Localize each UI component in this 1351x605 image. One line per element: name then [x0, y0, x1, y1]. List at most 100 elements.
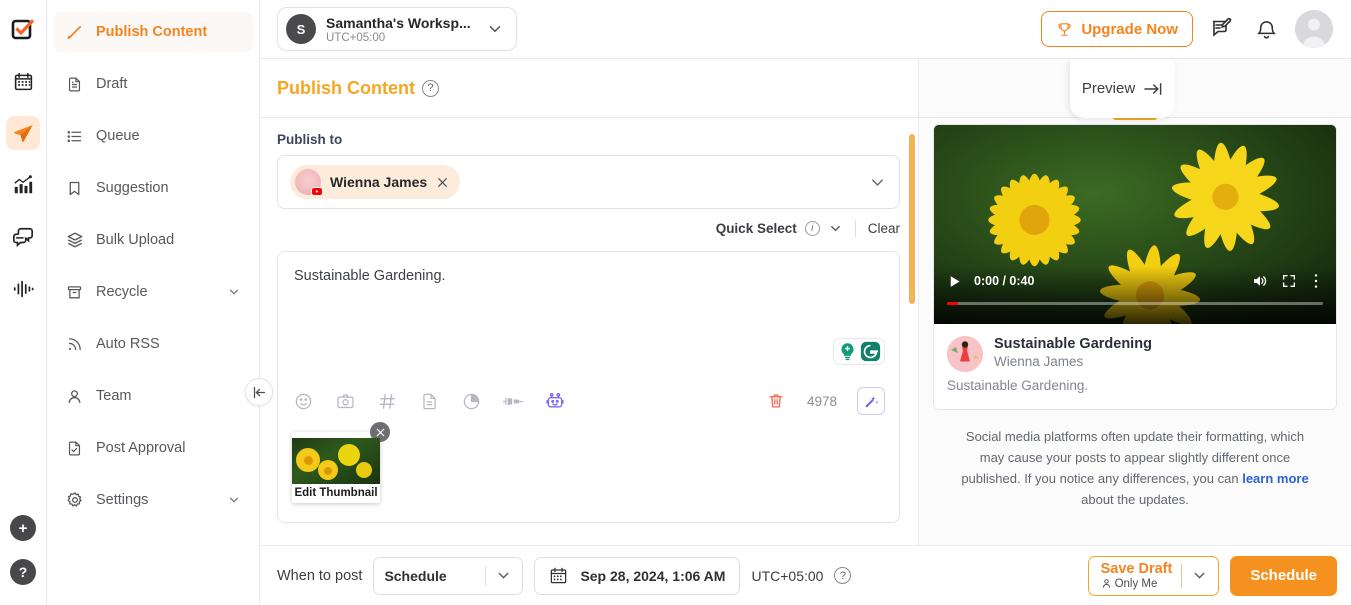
question-circle-icon[interactable]: ? — [422, 79, 439, 97]
sidebar-item-auto-rss[interactable]: Auto RSS — [53, 324, 253, 364]
when-to-post-label: When to post — [277, 567, 363, 584]
video-progress-bar[interactable] — [947, 302, 1323, 305]
save-draft-sub-label: Only Me — [1114, 577, 1158, 590]
trophy-icon — [1056, 21, 1073, 38]
datetime-value: Sep 28, 2024, 1:06 AM — [580, 567, 726, 584]
publish-panel: Publish Content ? Publish to Wienna Jame… — [260, 59, 919, 545]
video-title: Sustainable Gardening — [994, 336, 1152, 352]
quick-select-label[interactable]: Quick Select — [716, 221, 797, 236]
app-logo-icon[interactable] — [8, 16, 38, 46]
workspace-name: Samantha's Worksp... — [326, 14, 471, 31]
save-draft-label: Save Draft — [1100, 560, 1173, 577]
sidebar-item-queue[interactable]: Queue — [53, 116, 253, 156]
preview-toggle-tab[interactable]: Preview — [1070, 59, 1175, 118]
info-circle-icon[interactable]: i — [804, 221, 820, 236]
post-mode-select[interactable]: Schedule — [373, 556, 524, 595]
plug-icon[interactable] — [502, 390, 524, 412]
robot-icon[interactable] — [544, 390, 566, 412]
grammarly-icon[interactable] — [860, 341, 881, 362]
video-frame[interactable]: 0:00 / 0:40 — [934, 125, 1336, 324]
chevron-down-icon[interactable] — [828, 221, 843, 236]
sidebar-label: Bulk Upload — [96, 232, 175, 248]
youtube-icon — [311, 187, 323, 196]
rail-item-listening[interactable] — [6, 272, 40, 306]
publish-to-select[interactable]: Wienna James — [277, 155, 900, 209]
sidebar-item-bulk-upload[interactable]: Bulk Upload — [53, 220, 253, 260]
post-editor[interactable]: Sustainable Gardening. 4978 Edit Thumbna… — [277, 251, 900, 523]
edit-thumbnail-label[interactable]: Edit Thumbnail — [292, 484, 380, 503]
compose-feedback-icon[interactable] — [1207, 14, 1237, 44]
close-icon[interactable] — [436, 176, 449, 189]
video-progress-fill — [947, 302, 959, 305]
kebab-menu-icon[interactable] — [1309, 273, 1323, 289]
sidebar-label: Draft — [96, 76, 128, 92]
user-avatar[interactable] — [1295, 10, 1333, 48]
workspace-timezone: UTC+05:00 — [326, 31, 386, 44]
account-chip-wienna-james[interactable]: Wienna James — [290, 165, 461, 199]
publish-to-label: Publish to — [277, 132, 343, 147]
editor-content[interactable]: Sustainable Gardening. — [278, 252, 899, 284]
document-icon[interactable] — [418, 390, 440, 412]
publish-scrollbar[interactable] — [909, 134, 915, 304]
disclaimer-text-2: about the updates. — [1081, 492, 1189, 507]
rail-item-publish[interactable] — [6, 116, 40, 150]
learn-more-link[interactable]: learn more — [1242, 471, 1308, 486]
bookmark-icon — [65, 179, 84, 198]
preview-content: 0:00 / 0:40 Sustainable Gardening Wienna… — [919, 118, 1351, 545]
workspace-selector[interactable]: S Samantha's Worksp... UTC+05:00 — [277, 7, 517, 51]
document-icon — [65, 75, 84, 94]
avatar — [295, 169, 323, 196]
play-icon[interactable] — [947, 274, 962, 289]
chart-pie-icon[interactable] — [460, 390, 482, 412]
user-icon — [65, 387, 84, 406]
chevron-down-icon[interactable] — [1191, 567, 1208, 584]
emoji-icon[interactable] — [292, 390, 314, 412]
camera-icon[interactable] — [334, 390, 356, 412]
sidebar-item-draft[interactable]: Draft — [53, 64, 253, 104]
chevron-down-icon[interactable] — [227, 285, 241, 299]
avatar — [947, 336, 983, 372]
rail-item-calendar[interactable] — [6, 64, 40, 98]
rail-item-inbox[interactable] — [6, 220, 40, 254]
sidebar-collapse-button[interactable] — [245, 378, 273, 406]
question-circle-icon[interactable]: ? — [834, 567, 852, 584]
sidebar-item-post-approval[interactable]: Post Approval — [53, 428, 253, 468]
help-button[interactable]: ? — [10, 559, 36, 585]
datetime-picker[interactable]: Sep 28, 2024, 1:06 AM — [534, 556, 741, 595]
chevron-down-icon[interactable] — [227, 493, 241, 507]
sidebar-item-publish-content[interactable]: Publish Content — [53, 12, 253, 52]
rss-icon — [65, 335, 84, 354]
character-count: 4978 — [806, 393, 837, 409]
volume-icon[interactable] — [1251, 272, 1269, 290]
schedule-button[interactable]: Schedule — [1230, 555, 1337, 596]
chevron-down-icon[interactable] — [868, 173, 887, 192]
sidebar-item-suggestion[interactable]: Suggestion — [53, 168, 253, 208]
timezone-label: UTC+05:00 — [751, 567, 824, 584]
top-bar: S Samantha's Worksp... UTC+05:00 Upgrade… — [260, 0, 1351, 59]
clear-button[interactable]: Clear — [868, 221, 900, 236]
upgrade-now-button[interactable]: Upgrade Now — [1041, 11, 1193, 47]
magic-wand-icon[interactable] — [857, 387, 885, 415]
icon-rail: + ? — [0, 0, 47, 605]
save-draft-button[interactable]: Save Draft Only Me — [1087, 555, 1220, 596]
arrow-right-bar-icon — [1143, 81, 1163, 97]
thumbnail-card[interactable]: Edit Thumbnail — [292, 422, 390, 503]
editor-assist-group[interactable] — [833, 338, 885, 365]
video-meta: Sustainable Gardening Wienna James — [934, 324, 1336, 378]
bottom-action-bar: When to post Schedule Sep 28, 2024, 1:06… — [260, 545, 1351, 605]
hashtag-icon[interactable] — [376, 390, 398, 412]
document-check-icon — [65, 439, 84, 458]
editor-toolbar: 4978 — [278, 387, 899, 415]
sidebar-item-recycle[interactable]: Recycle — [53, 272, 253, 312]
fullscreen-icon[interactable] — [1281, 273, 1297, 289]
trash-icon[interactable] — [765, 390, 787, 412]
thumbnail-image — [292, 438, 380, 484]
video-preview-card: 0:00 / 0:40 Sustainable Gardening Wienna… — [933, 124, 1337, 410]
sidebar-label: Auto RSS — [96, 336, 160, 352]
sidebar-item-settings[interactable]: Settings — [53, 480, 253, 520]
add-button[interactable]: + — [10, 515, 36, 541]
bell-icon[interactable] — [1251, 14, 1281, 44]
sidebar-item-team[interactable]: Team — [53, 376, 253, 416]
lightbulb-plus-icon[interactable] — [837, 341, 858, 362]
rail-item-analytics[interactable] — [6, 168, 40, 202]
